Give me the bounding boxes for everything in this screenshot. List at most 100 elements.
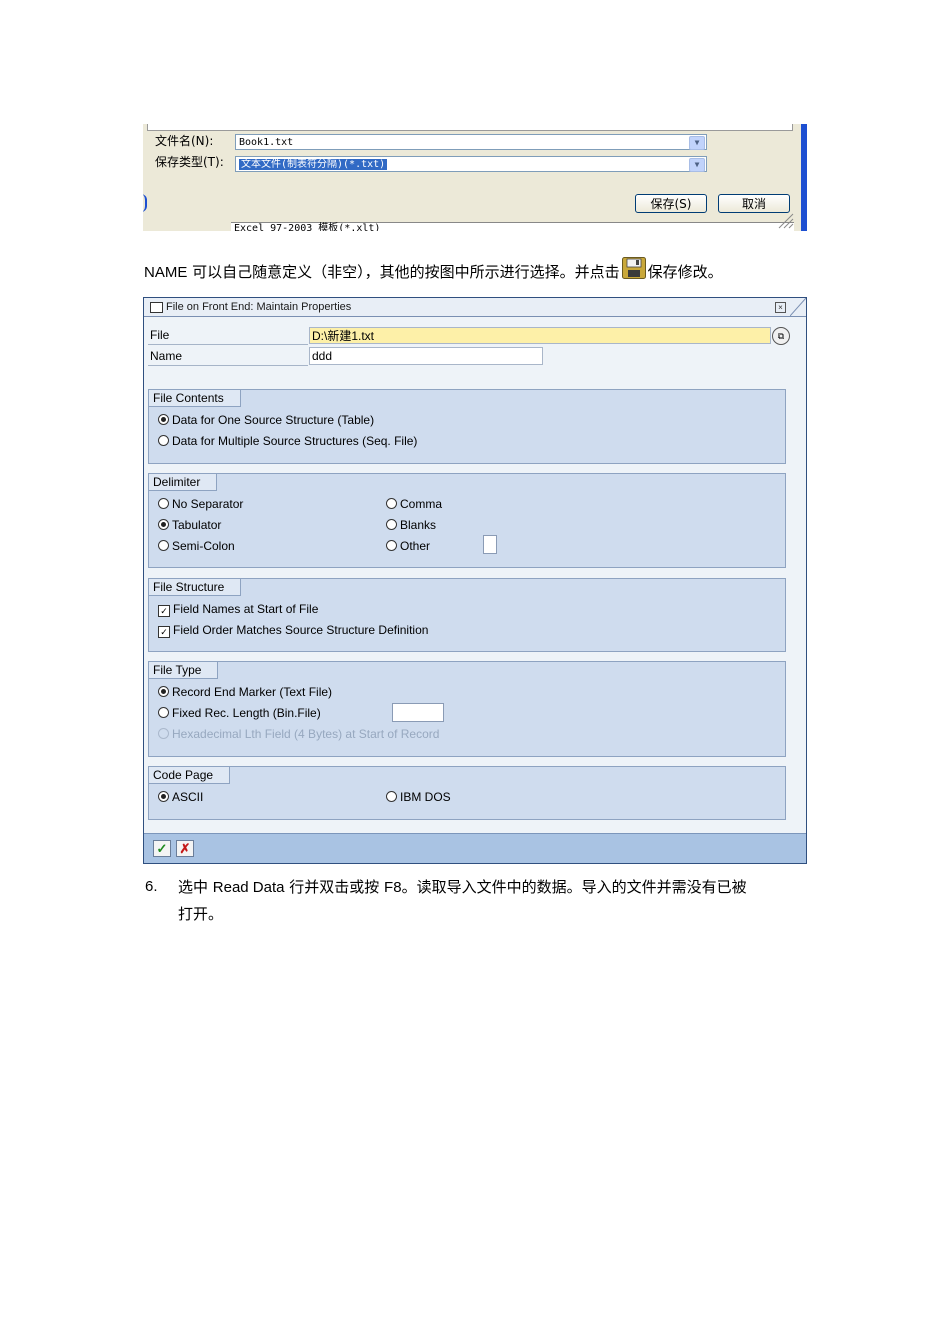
read-data-keyword: Read Data [212, 879, 285, 896]
filetype-value: 文本文件(制表符分隔)(*.txt) [239, 159, 388, 170]
chevron-down-icon[interactable]: ▼ [689, 136, 705, 150]
group-title: File Contents [149, 390, 241, 407]
radio-selected-icon[interactable] [158, 686, 169, 697]
step-text: 。读取导入文件中的数据。导入的文件并需没有已被 [401, 878, 747, 896]
other-delimiter-input[interactable] [483, 535, 497, 554]
group-title: Delimiter [149, 474, 218, 491]
option-label: Blanks [400, 518, 437, 532]
save-as-dialog-crop: 文件名(N): Book1.txt ▼ 保存类型(T): 文本文件(制表符分隔)… [143, 124, 807, 231]
radio-icon[interactable] [386, 519, 397, 530]
option-label: Hexadecimal Lth Field (4 Bytes) at Start… [172, 727, 440, 741]
radio-ascii[interactable]: ASCII [158, 790, 203, 804]
save-button[interactable]: 保存(S) [635, 194, 707, 213]
option-label: Other [400, 539, 431, 553]
window-edge-fragment [143, 194, 147, 212]
radio-icon[interactable] [386, 498, 397, 509]
chevron-down-icon[interactable]: ▼ [689, 158, 705, 172]
window-icon [150, 302, 163, 313]
maintain-properties-window: File on Front End: Maintain Properties ×… [143, 297, 807, 864]
filename-value: Book1.txt [239, 137, 294, 148]
radio-blanks[interactable]: Blanks [386, 518, 436, 532]
name-input[interactable]: ddd [309, 347, 543, 365]
file-structure-group: File Structure ✓ Field Names at Start of … [148, 578, 786, 652]
radio-icon[interactable] [158, 707, 169, 718]
step-text: 选中 [178, 878, 213, 896]
file-contents-group: File Contents Data for One Source Struct… [148, 389, 786, 464]
filetype-label: 保存类型(T): [155, 155, 224, 169]
file-path-input[interactable]: D:\新建1.txt [309, 327, 771, 344]
step-6-text: 选中 Read Data 行并双击或按 F8。读取导入文件中的数据。导入的文件并… [178, 874, 810, 927]
instruction-paragraph: NAME 可以自己随意定义（非空），其他的按图中所示进行选择。并点击 保存修改。 [144, 257, 723, 282]
close-icon[interactable]: × [775, 302, 786, 313]
radio-icon[interactable] [158, 540, 169, 551]
record-length-input[interactable] [392, 703, 444, 722]
title-slant-decoration [790, 298, 806, 316]
option-label: IBM DOS [400, 790, 451, 804]
radio-selected-icon[interactable] [158, 791, 169, 802]
step-text: 打开。 [178, 905, 224, 923]
radio-comma[interactable]: Comma [386, 497, 442, 511]
step-text: 行并双击或按 [284, 878, 385, 896]
checkmark-icon[interactable]: ✓ [153, 840, 171, 857]
f8-keyword: F8 [384, 879, 402, 896]
radio-selected-icon[interactable] [158, 414, 169, 425]
option-label: Field Order Matches Source Structure Def… [173, 623, 429, 637]
radio-icon[interactable] [386, 540, 397, 551]
filetype-list-item: Excel 97-2003 模板(*.xlt) [231, 222, 794, 231]
option-label: Field Names at Start of File [173, 602, 319, 616]
checkmark-icon[interactable]: ✓ [158, 605, 170, 617]
option-label: Comma [400, 497, 443, 511]
row-divider [148, 344, 308, 345]
radio-icon[interactable] [386, 791, 397, 802]
radio-other[interactable]: Other [386, 539, 430, 553]
name-keyword: NAME [144, 264, 188, 281]
radio-record-end-marker[interactable]: Record End Marker (Text File) [158, 685, 332, 699]
radio-no-separator[interactable]: No Separator [158, 497, 243, 511]
radio-disabled-icon [158, 728, 169, 739]
file-list-bottom-edge [147, 124, 793, 131]
group-title: File Structure [149, 579, 242, 596]
window-titlebar: File on Front End: Maintain Properties × [144, 298, 806, 317]
delimiter-group: Delimiter No Separator Tabulator Semi-Co… [148, 473, 786, 568]
option-label: Fixed Rec. Length (Bin.File) [172, 706, 321, 720]
radio-icon[interactable] [158, 435, 169, 446]
radio-hexadecimal-length-field: Hexadecimal Lth Field (4 Bytes) at Start… [158, 727, 439, 741]
list-number: 6. [145, 878, 158, 895]
group-title: Code Page [149, 767, 231, 784]
radio-one-source-structure[interactable]: Data for One Source Structure (Table) [158, 413, 374, 427]
cancel-x-icon[interactable]: ✗ [176, 840, 194, 857]
file-label: File [150, 328, 170, 342]
file-type-group: File Type Record End Marker (Text File) … [148, 661, 786, 757]
option-label: Tabulator [172, 518, 222, 532]
option-label: Data for One Source Structure (Table) [172, 413, 375, 427]
radio-icon[interactable] [158, 498, 169, 509]
name-label: Name [150, 349, 183, 363]
paragraph-text-2: 保存修改。 [647, 263, 723, 281]
radio-selected-icon[interactable] [158, 519, 169, 530]
browse-file-icon[interactable]: ⧉ [772, 327, 790, 345]
filename-combobox[interactable]: Book1.txt ▼ [235, 134, 707, 150]
option-label: Data for Multiple Source Structures (Seq… [172, 434, 418, 448]
filename-label: 文件名(N): [155, 134, 214, 148]
radio-semi-colon[interactable]: Semi-Colon [158, 539, 235, 553]
option-label: Record End Marker (Text File) [172, 685, 333, 699]
option-label: ASCII [172, 790, 204, 804]
radio-tabulator[interactable]: Tabulator [158, 518, 221, 532]
resize-grip-icon[interactable] [775, 210, 795, 230]
radio-fixed-rec-length[interactable]: Fixed Rec. Length (Bin.File) [158, 706, 321, 720]
paragraph-text-1: 可以自己随意定义（非空），其他的按图中所示进行选择。并点击 [187, 263, 620, 281]
radio-ibm-dos[interactable]: IBM DOS [386, 790, 451, 804]
window-title: File on Front End: Maintain Properties [166, 301, 352, 313]
save-floppy-icon [621, 257, 646, 279]
radio-multiple-source-structures[interactable]: Data for Multiple Source Structures (Seq… [158, 434, 417, 448]
filetype-combobox[interactable]: 文本文件(制表符分隔)(*.txt) ▼ [235, 156, 707, 172]
code-page-group: Code Page ASCII IBM DOS [148, 766, 786, 820]
option-label: Semi-Colon [172, 539, 235, 553]
group-title: File Type [149, 662, 219, 679]
checkbox-field-names-at-start[interactable]: ✓ Field Names at Start of File [158, 602, 318, 617]
row-divider [148, 365, 308, 366]
checkbox-field-order-matches[interactable]: ✓ Field Order Matches Source Structure De… [158, 623, 428, 638]
option-label: No Separator [172, 497, 244, 511]
checkmark-icon[interactable]: ✓ [158, 626, 170, 638]
window-footer-toolbar: ✓ ✗ [144, 833, 806, 863]
